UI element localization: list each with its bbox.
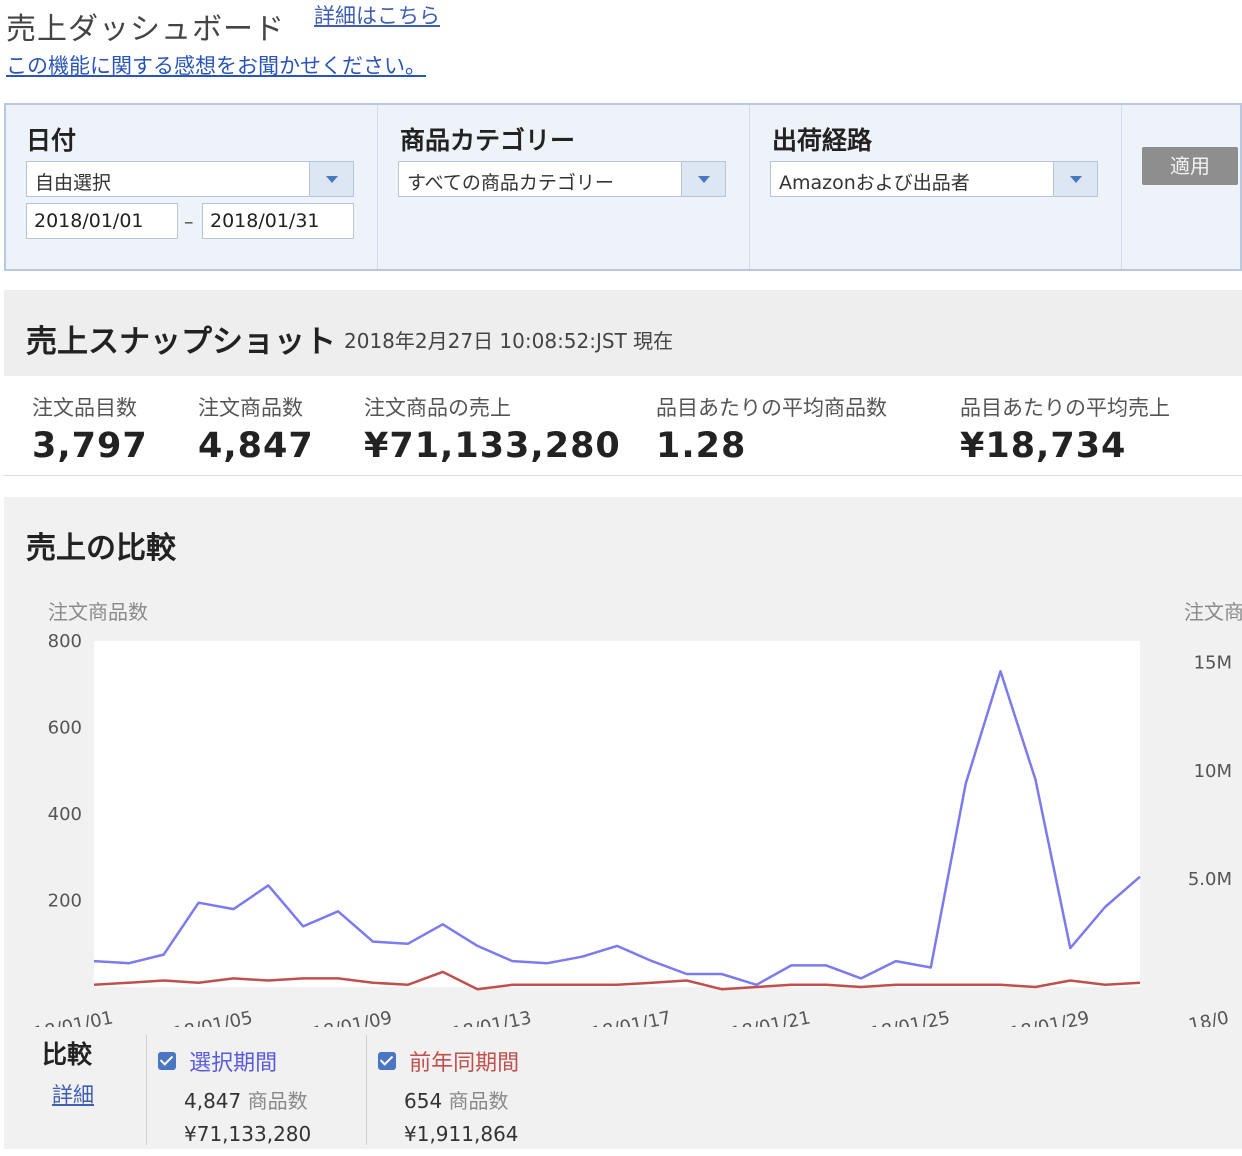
legend-divider: [146, 1035, 147, 1145]
legend-prior-units-value: 654: [404, 1089, 443, 1113]
fulfillment-value: Amazonおよび出品者: [779, 172, 970, 194]
metric-value: 3,797: [32, 426, 148, 466]
snapshot-title: 売上スナップショット: [26, 324, 336, 360]
snapshot-timestamp: 2018年2月27日 10:08:52:JST 現在: [344, 329, 674, 353]
metric-label: 品目あたりの平均売上: [960, 396, 1170, 420]
sales-line-chart: 注文商品数 注文商 800 600 400 200 15M 10M 5.0M 18/01/…: [32, 600, 1242, 1027]
x-tick-label: 18/01/09: [311, 1007, 394, 1027]
metric-label: 注文品目数: [32, 396, 137, 420]
date-mode-value: 自由選択: [35, 172, 112, 194]
start-date-input[interactable]: 2018/01/01: [26, 203, 178, 239]
category-value: すべての商品カテゴリー: [407, 172, 614, 194]
legend-selected-name: 選択期間: [189, 1051, 278, 1076]
x-tick-label: 18/01/17: [589, 1007, 672, 1027]
date-range-separator: –: [184, 211, 194, 233]
metric-value: 4,847: [198, 426, 314, 466]
legend-prior-units: 654 商品数: [404, 1085, 519, 1114]
metric-avg-sales-per-item: 品目あたりの平均売上 ¥18,734: [960, 392, 1170, 466]
y-tick-label: 600: [48, 718, 82, 739]
chevron-down-icon[interactable]: [309, 162, 353, 196]
legend-title: 比較: [42, 1040, 93, 1069]
category-filter-label: 商品カテゴリー: [400, 126, 576, 155]
legend-prior-unit-label: 商品数: [448, 1089, 509, 1113]
category-select[interactable]: すべての商品カテゴリー: [398, 161, 726, 197]
apply-button[interactable]: 適用: [1142, 147, 1238, 185]
filter-panel: 日付 自由選択 2018/01/01 – 2018/01/31 商品カテゴリー …: [4, 103, 1242, 271]
metric-value: ¥71,133,280: [364, 426, 621, 466]
category-filter: 商品カテゴリー すべての商品カテゴリー: [378, 105, 750, 269]
metric-units-ordered: 注文商品数 4,847: [198, 392, 314, 466]
end-date-input[interactable]: 2018/01/31: [202, 203, 354, 239]
fulfillment-filter-label: 出荷経路: [772, 126, 873, 155]
metric-value: ¥18,734: [960, 426, 1127, 466]
comparison-legend: 比較 詳細 選択期間 4,847 商品数 ¥71,133,280 前年同期間 6…: [4, 1027, 1242, 1149]
legend-selected-sales: ¥71,133,280: [184, 1122, 312, 1146]
snapshot-metrics: 注文品目数 3,797 注文商品数 4,847 注文商品の売上 ¥71,133,…: [4, 376, 1242, 476]
comparison-panel: 売上の比較 注文商品数 注文商 800 600 400 200 15M 10M 5.0M …: [4, 497, 1242, 1149]
legend-divider: [366, 1035, 367, 1145]
fulfillment-filter: 出荷経路 Amazonおよび出品者: [750, 105, 1122, 269]
y2-tick-label: 15M: [1194, 653, 1232, 674]
y-tick-label: 800: [48, 631, 82, 652]
plot-area: [94, 641, 1140, 987]
x-tick-label: 18/01/13: [450, 1007, 533, 1027]
metric-order-items: 注文品目数 3,797: [32, 392, 148, 466]
legend-selected-units-value: 4,847: [184, 1089, 242, 1113]
x-tick-label: 18/01/21: [729, 1007, 812, 1027]
fulfillment-select[interactable]: Amazonおよび出品者: [770, 161, 1098, 197]
y2-tick-label: 5.0M: [1188, 869, 1232, 890]
metric-label: 注文商品の売上: [364, 396, 511, 420]
x-tick-label: 18/0: [1187, 1007, 1231, 1027]
metric-label: 品目あたりの平均商品数: [656, 396, 887, 420]
chevron-down-icon[interactable]: [1053, 162, 1097, 196]
metric-value: 1.28: [656, 426, 747, 466]
checkbox-prior-period[interactable]: [378, 1052, 396, 1070]
chevron-down-icon[interactable]: [681, 162, 725, 196]
checkbox-selected-period[interactable]: [158, 1052, 176, 1070]
y-tick-label: 200: [48, 891, 82, 912]
snapshot-header: 売上スナップショット 2018年2月27日 10:08:52:JST 現在: [4, 290, 1242, 376]
x-tick-label: 18/01/05: [171, 1007, 254, 1027]
date-filter-label: 日付: [26, 126, 77, 155]
date-mode-select[interactable]: 自由選択: [26, 161, 354, 197]
feedback-link[interactable]: この機能に関する感想をお聞かせください。: [6, 50, 426, 80]
legend-prior-period: 前年同期間 654 商品数 ¥1,911,864: [378, 1045, 519, 1146]
legend-prior-sales: ¥1,911,864: [404, 1122, 519, 1146]
y2-tick-label: 10M: [1194, 761, 1232, 782]
metric-label: 注文商品数: [198, 396, 303, 420]
detail-link[interactable]: 詳細はこちら: [314, 0, 440, 30]
metric-avg-units-per-item: 品目あたりの平均商品数 1.28: [656, 392, 887, 466]
legend-selected-units: 4,847 商品数: [184, 1085, 311, 1114]
page-title: 売上ダッシュボード: [6, 12, 285, 47]
legend-prior-name: 前年同期間: [409, 1051, 520, 1076]
x-tick-label: 18/01/25: [868, 1007, 951, 1027]
legend-detail-link[interactable]: 詳細: [52, 1079, 94, 1109]
x-tick-label: 18/01/01: [32, 1007, 115, 1027]
legend-selected-unit-label: 商品数: [247, 1089, 308, 1113]
date-filter: 日付 自由選択 2018/01/01 – 2018/01/31: [6, 105, 378, 269]
legend-selected-period: 選択期間 4,847 商品数 ¥71,133,280: [158, 1045, 311, 1146]
metric-ordered-sales: 注文商品の売上 ¥71,133,280: [364, 392, 621, 466]
y-axis-title: 注文商品数: [48, 600, 148, 624]
x-tick-label: 18/01/29: [1008, 1007, 1091, 1027]
y-tick-label: 400: [48, 804, 82, 825]
y2-axis-title: 注文商: [1184, 600, 1242, 624]
